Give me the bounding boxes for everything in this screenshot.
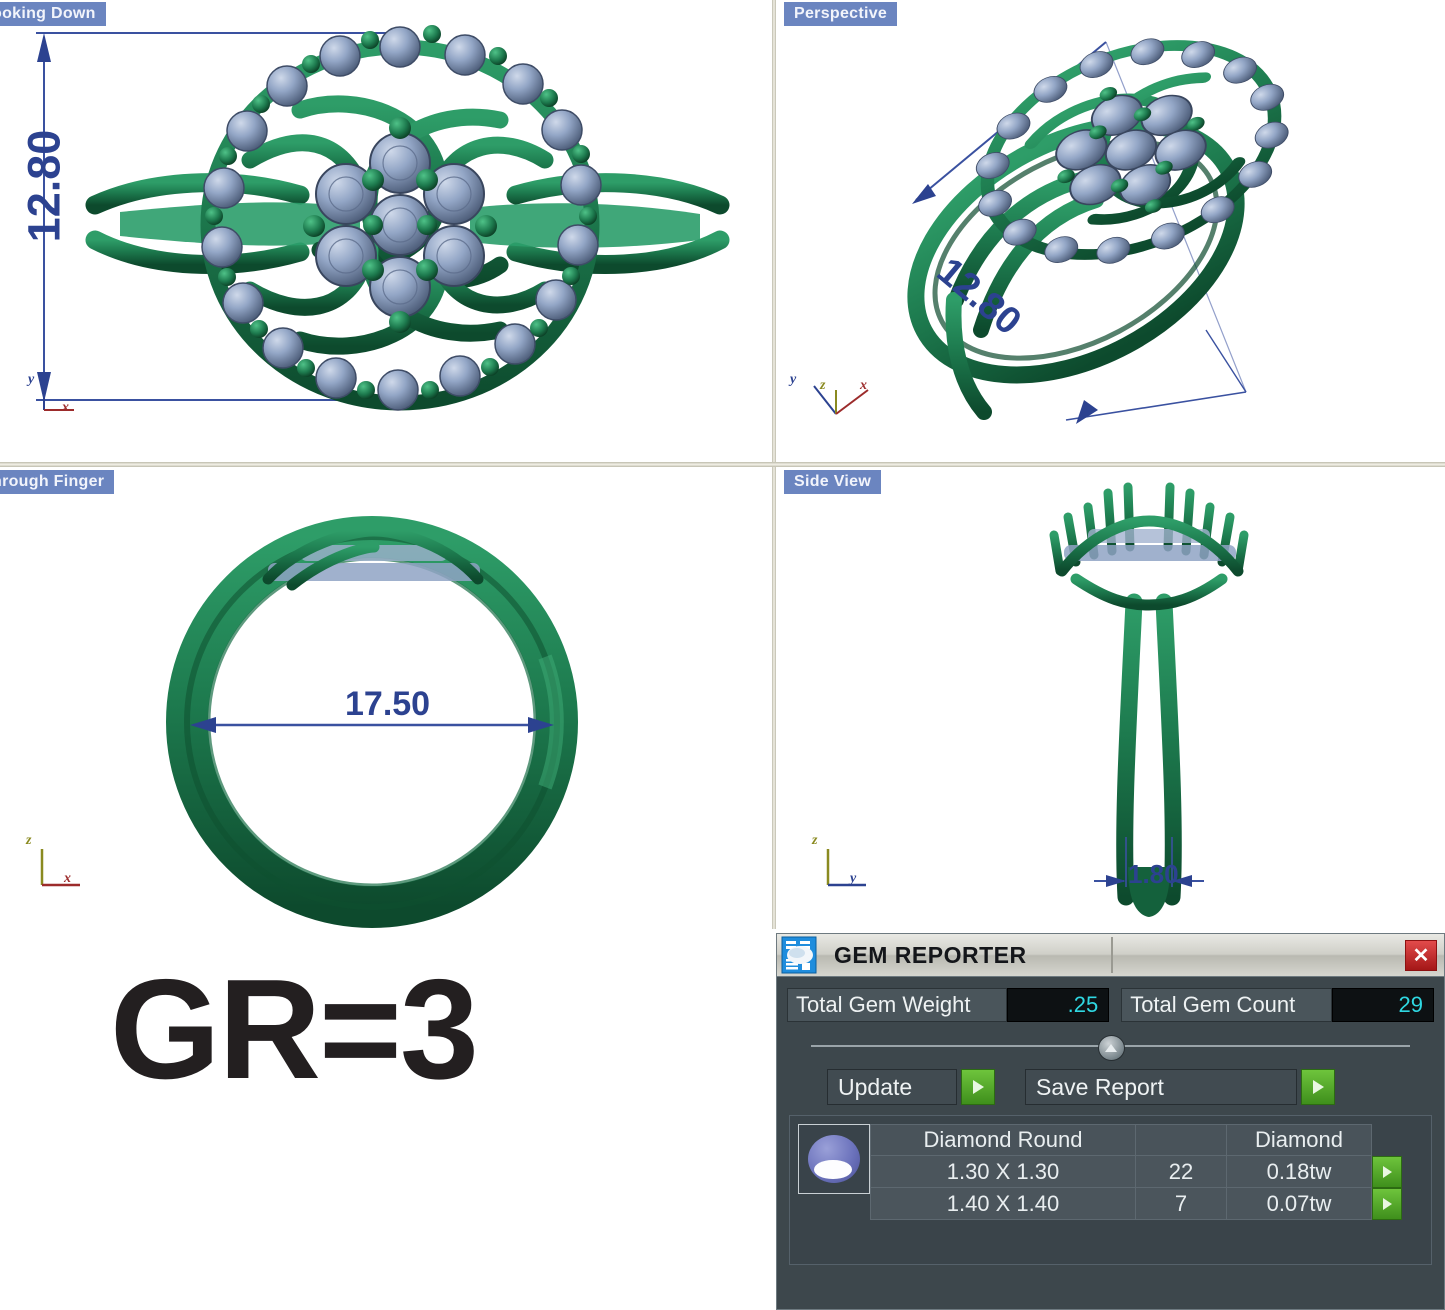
- perspective-scene: [776, 0, 1445, 462]
- gem-size-cell: 1.30 X 1.30: [871, 1156, 1136, 1188]
- gem-reporter-titlebar[interactable]: GEM REPORTER ✕: [777, 934, 1444, 977]
- save-report-button-label: Save Report: [1025, 1069, 1297, 1105]
- dimension-17-50: 17.50: [345, 685, 430, 724]
- gem-reporter-actions: Update Save Report: [787, 1069, 1434, 1105]
- panel-collapse-slider[interactable]: [811, 1033, 1410, 1059]
- viewport-label-side-view[interactable]: Side View: [784, 470, 881, 494]
- total-gem-weight-value: .25: [1007, 988, 1109, 1022]
- total-gem-weight-field[interactable]: Total Gem Weight .25: [787, 988, 1109, 1022]
- halo-gems: [202, 27, 601, 410]
- gold-ratio-annotation: GR=3: [110, 955, 477, 1105]
- axis-label-x: x: [62, 400, 69, 416]
- gem-table-container: Diamond Round Diamond 1.30 X 1.30 22 0.1…: [789, 1115, 1432, 1265]
- axis-label-x: x: [64, 871, 71, 887]
- axis-label-z: z: [26, 833, 31, 849]
- gem-reporter-panel[interactable]: GEM REPORTER ✕ Total Gem Weight .25 Tota…: [776, 933, 1445, 1310]
- gem-thumbnail: [798, 1124, 870, 1194]
- viewport-perspective[interactable]: Perspective: [776, 0, 1445, 462]
- row-detail-arrow-icon[interactable]: [1372, 1156, 1402, 1188]
- update-button-label: Update: [827, 1069, 957, 1105]
- close-icon[interactable]: ✕: [1405, 940, 1437, 971]
- looking-down-scene: [0, 0, 772, 462]
- collapse-up-icon[interactable]: [1098, 1035, 1125, 1061]
- viewport-side-view[interactable]: Side View 1: [776, 467, 1445, 929]
- dimension-1-80: 1.80: [1128, 859, 1179, 890]
- gem-count-cell: 22: [1136, 1156, 1227, 1188]
- axis-label-x: x: [860, 378, 867, 394]
- update-button[interactable]: Update: [827, 1069, 995, 1105]
- update-arrow-icon[interactable]: [961, 1069, 995, 1105]
- column-header-material: Diamond: [1227, 1125, 1372, 1156]
- viewport-label-looking-down[interactable]: ooking Down: [0, 2, 106, 26]
- dimension-12-80-perspective: 12.80: [928, 250, 1028, 344]
- gem-reporter-app-icon: [778, 935, 820, 975]
- gem-weight-cell: 0.18tw: [1227, 1156, 1372, 1188]
- table-row[interactable]: 1.40 X 1.40 7 0.07tw: [871, 1188, 1403, 1220]
- total-gem-count-value: 29: [1332, 988, 1434, 1022]
- table-header-row: Diamond Round Diamond: [871, 1125, 1403, 1156]
- total-gem-count-label: Total Gem Count: [1121, 988, 1332, 1022]
- viewport-looking-down[interactable]: ooking Down: [0, 0, 772, 462]
- save-report-arrow-icon[interactable]: [1301, 1069, 1335, 1105]
- table-row[interactable]: 1.30 X 1.30 22 0.18tw: [871, 1156, 1403, 1188]
- save-report-button[interactable]: Save Report: [1025, 1069, 1335, 1105]
- viewport-through-finger[interactable]: hrough Finger 17.50: [0, 467, 772, 929]
- dimension-12-80-looking-down: 12.80: [18, 130, 70, 243]
- gem-totals-row: Total Gem Weight .25 Total Gem Count 29: [787, 988, 1434, 1022]
- axis-label-y: y: [850, 871, 856, 887]
- axis-label-y: y: [28, 372, 34, 388]
- row-arrow-cell[interactable]: [1372, 1188, 1403, 1220]
- gem-reporter-title: GEM REPORTER: [834, 942, 1027, 969]
- column-header-count-spacer: [1136, 1125, 1227, 1156]
- viewport-label-perspective[interactable]: Perspective: [784, 2, 897, 26]
- column-header-shape: Diamond Round: [871, 1125, 1136, 1156]
- titlebar-separator: [1111, 937, 1113, 973]
- axis-label-y: y: [790, 372, 796, 388]
- row-arrow-cell[interactable]: [1372, 1156, 1403, 1188]
- column-header-arrow-spacer: [1372, 1125, 1403, 1156]
- viewport-divider-horizontal[interactable]: [0, 462, 1445, 467]
- gem-table: Diamond Round Diamond 1.30 X 1.30 22 0.1…: [870, 1124, 1403, 1220]
- halo-prongs: [205, 25, 597, 399]
- center-cluster: [303, 117, 497, 333]
- side-view-scene: [776, 467, 1445, 929]
- gem-size-cell: 1.40 X 1.40: [871, 1188, 1136, 1220]
- total-gem-count-field[interactable]: Total Gem Count 29: [1121, 988, 1434, 1022]
- axis-label-z: z: [812, 833, 817, 849]
- row-detail-arrow-icon[interactable]: [1372, 1188, 1402, 1220]
- axis-label-z: z: [820, 378, 825, 394]
- viewport-label-through-finger[interactable]: hrough Finger: [0, 470, 114, 494]
- gem-weight-cell: 0.07tw: [1227, 1188, 1372, 1220]
- total-gem-weight-label: Total Gem Weight: [787, 988, 1007, 1022]
- diamond-preview-icon: [808, 1135, 860, 1183]
- axis-gizmo-perspective: [792, 368, 882, 428]
- gem-count-cell: 7: [1136, 1188, 1227, 1220]
